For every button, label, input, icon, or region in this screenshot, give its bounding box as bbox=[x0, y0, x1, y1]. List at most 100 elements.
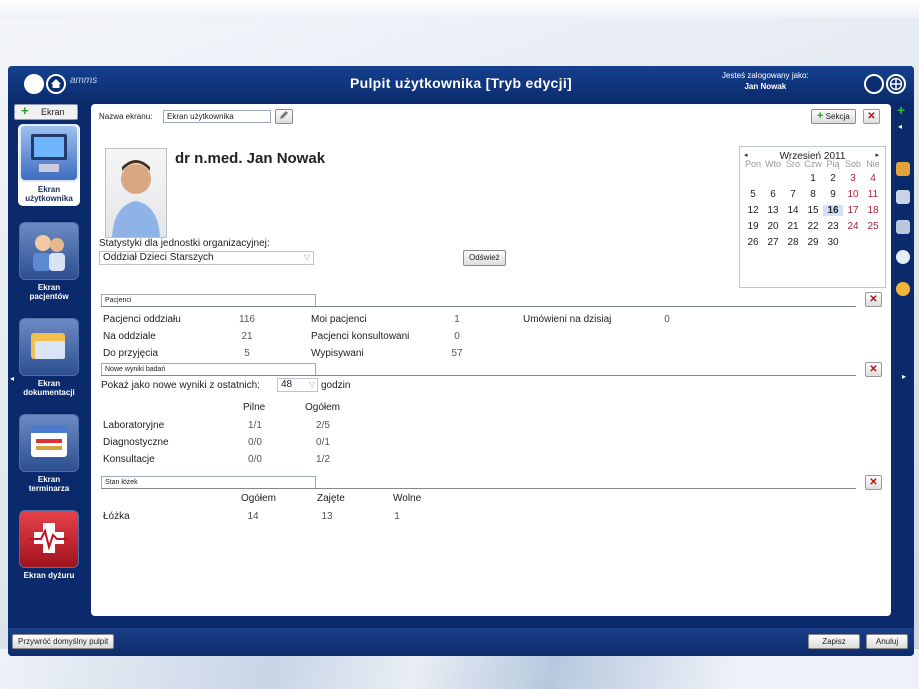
calendar-day[interactable]: 22 bbox=[803, 221, 823, 232]
calendar-day[interactable]: 14 bbox=[783, 205, 803, 216]
beds-total-header: Ogółem bbox=[241, 493, 277, 504]
settings-button[interactable] bbox=[864, 74, 884, 94]
calendar-weekday: Pon bbox=[744, 159, 761, 169]
refresh-button[interactable]: Odśwież bbox=[463, 250, 506, 266]
org-unit-select[interactable]: Oddział Dzieci Starszych ▽ bbox=[99, 251, 314, 265]
calendar-day[interactable]: 10 bbox=[843, 189, 863, 200]
results-row-label: Diagnostyczne bbox=[103, 437, 169, 448]
title-bar: amms Pulpit użytkownika [Tryb edycji] Je… bbox=[8, 66, 914, 102]
calendar-day[interactable]: 30 bbox=[823, 237, 843, 248]
cancel-button[interactable]: Anuluj bbox=[866, 634, 908, 649]
hours-select[interactable]: 48 ▽ bbox=[277, 378, 318, 392]
results-total-value: 0/1 bbox=[316, 437, 330, 448]
calendar-day[interactable]: 21 bbox=[783, 221, 803, 232]
sidebar-item-label: Ekran dokumentacji bbox=[23, 379, 75, 397]
user-info: Jesteś zalogowany jako: Jan Nowak bbox=[722, 70, 809, 92]
sidebar-item-user-screen[interactable]: Ekran użytkownika bbox=[18, 124, 80, 206]
calendar-day[interactable]: 7 bbox=[783, 189, 803, 200]
remove-beds-section-button[interactable]: ✕ bbox=[865, 475, 882, 490]
sidebar-item-duty[interactable]: Ekran dyżuru bbox=[18, 510, 80, 580]
beds-total-value: 14 bbox=[247, 511, 259, 522]
sidebar-item-label: Ekran terminarza bbox=[28, 475, 70, 493]
calendar-day[interactable]: 5 bbox=[743, 189, 763, 200]
stat-value: 5 bbox=[244, 348, 250, 359]
remove-results-section-button[interactable]: ✕ bbox=[865, 362, 882, 377]
beds-section-header: Stan łóżek bbox=[101, 476, 881, 489]
plus-icon: + bbox=[21, 103, 29, 118]
calendar-day[interactable]: 19 bbox=[743, 221, 763, 232]
remove-patients-section-button[interactable]: ✕ bbox=[865, 292, 882, 307]
sidebar-item-schedule[interactable]: Ekran terminarza bbox=[18, 414, 80, 493]
calendar-day[interactable]: 20 bbox=[763, 221, 783, 232]
bottom-bar: Przywróć domyślny pulpit Zapisz Anuluj bbox=[8, 628, 914, 656]
next-month-button[interactable]: ▸ bbox=[875, 151, 879, 159]
calendar-day[interactable]: 27 bbox=[763, 237, 783, 248]
calendar-day[interactable]: 23 bbox=[823, 221, 843, 232]
results-row-label: Konsultacje bbox=[103, 454, 155, 465]
calendar-day[interactable]: 9 bbox=[823, 189, 843, 200]
calendar-day[interactable]: 4 bbox=[863, 173, 883, 184]
sidebar-collapse-arrow[interactable]: ◂ bbox=[10, 374, 14, 383]
beds-label: Łóżka bbox=[103, 511, 130, 522]
calendar-weekday: Czw bbox=[804, 159, 822, 169]
calendar-weekday: Sob bbox=[844, 159, 861, 169]
add-section-button[interactable]: + Sekcja bbox=[811, 109, 856, 124]
expand-arrow-icon[interactable]: ▸ bbox=[902, 372, 906, 381]
stat-value: 21 bbox=[241, 331, 253, 342]
org-unit-value: Oddział Dzieci Starszych bbox=[103, 252, 214, 263]
restore-default-button[interactable]: Przywróć domyślny pulpit bbox=[12, 634, 115, 649]
org-unit-label: Statystyki dla jednostki organizacyjnej: bbox=[99, 238, 270, 249]
calendar-day[interactable]: 28 bbox=[783, 237, 803, 248]
document-widget-icon[interactable] bbox=[896, 190, 910, 204]
stat-value: 0 bbox=[664, 314, 670, 325]
stat-value: 1 bbox=[454, 314, 460, 325]
clock-widget-icon[interactable] bbox=[896, 282, 910, 296]
calendar-day[interactable]: 6 bbox=[763, 189, 783, 200]
remove-screen-button[interactable]: ✕ bbox=[863, 109, 880, 124]
stat-label: Pacjenci oddziału bbox=[103, 314, 181, 325]
calendar-day[interactable]: 11 bbox=[863, 189, 883, 200]
calendar-day[interactable]: 25 bbox=[863, 221, 883, 232]
calendar-day[interactable]: 8 bbox=[803, 189, 823, 200]
stat-label: Wypisywani bbox=[311, 348, 364, 359]
app-window: amms Pulpit użytkownika [Tryb edycji] Je… bbox=[8, 66, 914, 656]
stat-label: Moi pacjenci bbox=[311, 314, 367, 325]
calendar-weekday: Wto bbox=[764, 159, 781, 169]
calendar-day[interactable]: 12 bbox=[743, 205, 763, 216]
total-header: Ogółem bbox=[305, 402, 341, 413]
results-total-value: 1/2 bbox=[316, 454, 330, 465]
add-screen-button[interactable]: + Ekran bbox=[14, 104, 78, 120]
sidebar-item-documentation[interactable]: Ekran dokumentacji bbox=[18, 318, 80, 397]
calendar-day[interactable]: 17 bbox=[843, 205, 863, 216]
calendar-day[interactable]: 13 bbox=[763, 205, 783, 216]
gear-widget-icon[interactable] bbox=[896, 250, 910, 264]
calendar-day[interactable]: 3 bbox=[843, 173, 863, 184]
users-widget-icon[interactable] bbox=[896, 162, 910, 176]
globe-button[interactable] bbox=[886, 74, 906, 94]
screen-sidebar: + Ekran Ekran użytkownika Ekran pacjentó… bbox=[8, 102, 88, 626]
patients-icon bbox=[19, 222, 79, 280]
calendar-day[interactable]: 24 bbox=[843, 221, 863, 232]
calendar-day[interactable]: 26 bbox=[743, 237, 763, 248]
calendar-icon bbox=[19, 414, 79, 472]
collapse-arrow-icon[interactable]: ◂ bbox=[898, 122, 902, 131]
widget-toolbar: + ◂ ▸ bbox=[894, 102, 914, 626]
screen-name-input[interactable]: Ekran użytkownika bbox=[163, 110, 271, 123]
calendar-day[interactable]: 16 bbox=[823, 205, 843, 216]
edit-name-button[interactable] bbox=[275, 109, 293, 124]
calendar-day[interactable]: 29 bbox=[803, 237, 823, 248]
pencil-icon bbox=[280, 111, 288, 119]
calendar-weekday: Pią bbox=[826, 159, 840, 169]
calendar-day[interactable]: 1 bbox=[803, 173, 823, 184]
calendar-weekday: Nie bbox=[866, 159, 880, 169]
add-section-label: Sekcja bbox=[825, 112, 850, 121]
chevron-down-icon: ▽ bbox=[308, 380, 315, 389]
calendar-day[interactable]: 15 bbox=[803, 205, 823, 216]
add-widget-button[interactable]: + bbox=[897, 102, 905, 118]
monitor-widget-icon[interactable] bbox=[896, 220, 910, 234]
calendar-day[interactable]: 18 bbox=[863, 205, 883, 216]
results-hours-label: Pokaż jako nowe wyniki z ostatnich: bbox=[101, 380, 260, 391]
save-button[interactable]: Zapisz bbox=[808, 634, 860, 649]
sidebar-item-patients[interactable]: Ekran pacjentów bbox=[18, 222, 80, 301]
calendar-day[interactable]: 2 bbox=[823, 173, 843, 184]
